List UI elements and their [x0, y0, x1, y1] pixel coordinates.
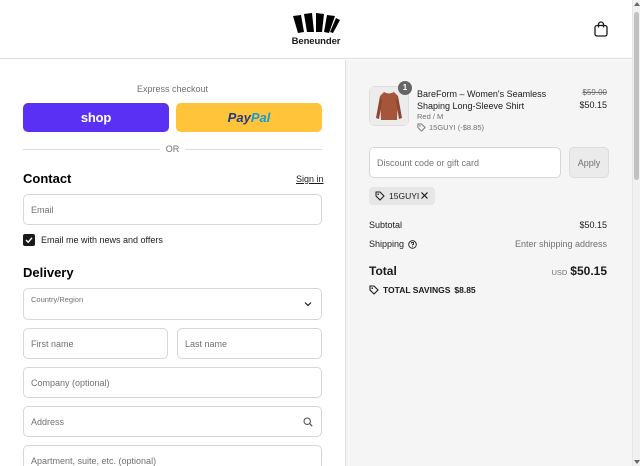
total-savings: TOTAL SAVINGS $8.85: [369, 285, 476, 295]
brand-logo[interactable]: Beneunder: [290, 12, 342, 47]
first-name-field[interactable]: [23, 328, 168, 359]
scrollbar-thumb[interactable]: [634, 12, 639, 180]
header: Beneunder: [0, 0, 632, 59]
product-name: BareForm – Women's Seamless Shaping Long…: [417, 89, 547, 111]
shop-pay-label: shop: [80, 110, 112, 125]
company-field[interactable]: [23, 367, 322, 398]
express-checkout-label: Express checkout: [136, 84, 209, 94]
product-discount: 15GUYI (-$8.85): [417, 123, 484, 132]
savings-label: TOTAL SAVINGS: [383, 285, 451, 295]
or-divider: OR: [23, 144, 322, 154]
apply-button[interactable]: Apply: [569, 147, 609, 178]
quantity-badge: 1: [398, 81, 412, 95]
or-label: OR: [159, 144, 186, 154]
paypal-label-pay: Pay: [227, 110, 251, 125]
last-name-input[interactable]: [178, 329, 321, 358]
discount-code-input[interactable]: [370, 148, 560, 177]
applied-discount-chip: 15GUYI: [369, 187, 435, 205]
paypal-button[interactable]: Pay Pal: [176, 103, 322, 132]
savings-value: $8.85: [454, 285, 476, 295]
product-original-price: $59.00: [582, 88, 607, 97]
newsletter-label: Email me with news and offers: [41, 235, 163, 245]
email-input[interactable]: [24, 195, 321, 224]
tag-icon: [375, 191, 385, 201]
subtotal-value: $50.15: [579, 220, 607, 230]
address-field[interactable]: [23, 406, 322, 437]
tag-icon: [417, 123, 426, 132]
checkmark-icon: [25, 237, 33, 244]
contact-heading: Contact: [23, 171, 72, 186]
close-icon[interactable]: [420, 191, 429, 200]
total-label: Total: [369, 264, 397, 278]
total-value: $50.15: [570, 264, 607, 278]
tag-icon: [369, 285, 379, 295]
shop-pay-button[interactable]: shop: [23, 103, 169, 132]
page-scrollbar[interactable]: [632, 0, 640, 466]
checkout-form: Express checkout shop Pay Pal OR Contact …: [0, 60, 345, 466]
first-name-input[interactable]: [24, 329, 167, 358]
brand-logo-icon: [293, 13, 340, 33]
paypal-label-pal: Pal: [250, 110, 271, 125]
product-discount-text: 15GUYI (-$8.85): [429, 123, 485, 132]
total-value-group: USD $50.15: [551, 264, 607, 278]
discount-code-field[interactable]: [369, 147, 561, 178]
shipping-label: Shipping: [369, 239, 405, 249]
search-icon: [303, 417, 313, 427]
product-price: $50.15: [579, 100, 607, 110]
shipping-value: Enter shipping address: [514, 239, 607, 249]
country-select[interactable]: Country/Region: [23, 288, 322, 320]
product-variant: Red / M: [417, 112, 444, 121]
apartment-field[interactable]: [23, 445, 322, 466]
scroll-down-arrow-icon[interactable]: [634, 460, 640, 464]
applied-discount-code: 15GUYI: [389, 191, 420, 201]
subtotal-label: Subtotal: [369, 220, 403, 230]
delivery-heading: Delivery: [23, 265, 74, 280]
last-name-field[interactable]: [177, 328, 322, 359]
company-input[interactable]: [24, 368, 321, 397]
total-currency: USD: [551, 268, 568, 277]
order-summary: 1 BareForm – Women's Seamless Shaping Lo…: [345, 60, 632, 466]
apartment-input[interactable]: [24, 446, 321, 466]
shopping-bag-icon[interactable]: [594, 21, 608, 37]
chevron-down-icon: [304, 302, 312, 307]
help-icon[interactable]: [408, 239, 417, 249]
scroll-up-arrow-icon[interactable]: [634, 2, 640, 6]
brand-name: Beneunder: [291, 36, 341, 47]
sign-in-link[interactable]: Sign in: [296, 174, 324, 184]
country-label: Country/Region: [31, 295, 84, 304]
newsletter-checkbox[interactable]: [23, 234, 35, 246]
shipping-row: Shipping: [369, 239, 417, 249]
email-field[interactable]: [23, 194, 322, 225]
address-input[interactable]: [24, 407, 321, 436]
